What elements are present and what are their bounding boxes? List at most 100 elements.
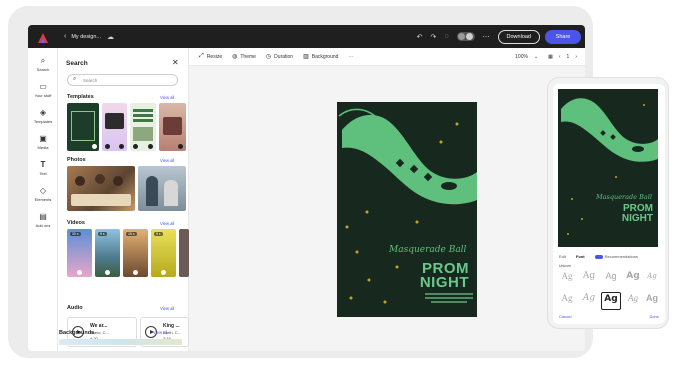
template-thumbnail[interactable] bbox=[102, 103, 127, 151]
media-icon: ▣ bbox=[39, 134, 47, 143]
poster-script-title[interactable]: Masquerade Ball bbox=[389, 245, 466, 255]
rail-item-text[interactable]: T Text bbox=[28, 155, 58, 181]
theme-label: Theme bbox=[240, 53, 256, 60]
section-heading-photos: Photos bbox=[67, 157, 86, 163]
search-icon: ⌕ bbox=[40, 56, 46, 65]
video-thumbnail[interactable]: 9 s bbox=[151, 229, 176, 277]
template-thumbnail[interactable] bbox=[67, 103, 99, 151]
font-option[interactable]: Ag bbox=[579, 292, 599, 310]
download-button[interactable]: Download bbox=[497, 29, 540, 44]
poster-fine-print bbox=[425, 293, 473, 295]
canvas-toolbar: ⤢ Resize ◍ Theme ◷ Duration ▨ Background ⋯ 1… bbox=[189, 48, 585, 66]
theme-button[interactable]: ◍ Theme bbox=[232, 53, 256, 61]
search-input[interactable]: ⌕ Search bbox=[67, 74, 178, 86]
more-icon[interactable]: ⋯ bbox=[483, 33, 490, 41]
poster-artboard[interactable]: Masquerade Ball PROM NIGHT bbox=[337, 102, 477, 317]
theme-icon: ◍ bbox=[232, 54, 238, 60]
phone-device: Masquerade Ball PROM NIGHT Edit Font Rec… bbox=[547, 77, 669, 329]
template-badge-icon bbox=[148, 144, 153, 149]
rail-item-your-stuff[interactable]: ▭ Your stuff bbox=[28, 77, 58, 103]
back-chevron-icon[interactable]: ‹ bbox=[64, 33, 66, 40]
tab-edit[interactable]: Edit bbox=[559, 254, 566, 259]
cancel-button[interactable]: Cancel bbox=[559, 314, 571, 319]
section-heading-videos: Videos bbox=[67, 220, 85, 226]
video-thumbnail[interactable]: 16 s bbox=[123, 229, 148, 277]
poster-headline-line2[interactable]: NIGHT bbox=[420, 274, 469, 291]
duration-label: Duration bbox=[274, 53, 294, 60]
video-thumbnail[interactable] bbox=[179, 229, 189, 277]
app-logo[interactable] bbox=[37, 31, 49, 43]
video-duration-badge: 9 s bbox=[98, 232, 107, 236]
view-all-backgrounds-link[interactable]: View all bbox=[153, 330, 167, 335]
undo-icon[interactable]: ↶ bbox=[417, 33, 423, 41]
font-sample: Ag bbox=[628, 293, 638, 303]
rail-item-media[interactable]: ▣ Media bbox=[28, 129, 58, 155]
font-option-selected[interactable]: Ag bbox=[601, 292, 621, 310]
video-thumbnail[interactable]: 30 s bbox=[67, 229, 92, 277]
duration-button[interactable]: ◷ Duration bbox=[266, 53, 294, 61]
view-all-audio-link[interactable]: View all bbox=[160, 306, 174, 311]
template-thumbnail[interactable] bbox=[130, 103, 156, 151]
font-option[interactable]: Ag bbox=[557, 292, 577, 310]
font-option[interactable]: Ag bbox=[643, 292, 661, 310]
search-panel: Search ✕ ⌕ Search Templates View all Pho… bbox=[58, 48, 189, 351]
font-option[interactable]: Ag bbox=[623, 292, 643, 310]
tab-recommendations-label: Recommendations bbox=[604, 254, 638, 259]
close-icon[interactable]: ✕ bbox=[172, 58, 179, 67]
background-icon: ▨ bbox=[303, 54, 309, 60]
rail-item-elements[interactable]: ◇ Elements bbox=[28, 181, 58, 207]
background-label: Background bbox=[311, 53, 339, 60]
font-sample: Ag bbox=[561, 293, 573, 303]
left-rail: ⌕ Search ▭ Your stuff ◈ Templates ▣ Medi… bbox=[28, 48, 58, 351]
panel-title: Search bbox=[66, 60, 88, 67]
tab-font[interactable]: Font bbox=[576, 254, 585, 259]
zoom-level[interactable]: 100% bbox=[515, 54, 528, 60]
photo-thumbnail[interactable] bbox=[67, 166, 135, 211]
rail-item-templates[interactable]: ◈ Templates bbox=[28, 103, 58, 129]
font-option[interactable]: Ag bbox=[557, 270, 577, 288]
view-all-videos-link[interactable]: View all bbox=[160, 221, 174, 226]
resize-label: Resize bbox=[206, 53, 223, 60]
rail-item-add-ons[interactable]: ▤ Add ons bbox=[28, 207, 58, 233]
next-page-icon[interactable]: › bbox=[575, 54, 577, 60]
view-all-templates-link[interactable]: View all bbox=[160, 95, 174, 100]
lightbulb-icon[interactable]: ◌ bbox=[444, 33, 448, 40]
app-window: ‹ My design... ☁ ↶ ↷ ◌ ⋯ Download Share … bbox=[28, 25, 585, 351]
mobile-poster-preview[interactable]: Masquerade Ball PROM NIGHT bbox=[558, 89, 658, 247]
font-option[interactable]: Ag bbox=[623, 270, 643, 288]
resize-icon: ⤢ bbox=[199, 53, 204, 59]
view-all-photos-link[interactable]: View all bbox=[160, 158, 174, 163]
rail-label: Text bbox=[39, 171, 47, 176]
resize-button[interactable]: ⤢ Resize bbox=[199, 53, 222, 60]
background-button[interactable]: ▨ Background bbox=[303, 53, 339, 61]
redo-icon[interactable]: ↷ bbox=[430, 33, 436, 41]
design-canvas[interactable]: Masquerade Ball PROM NIGHT bbox=[189, 66, 585, 351]
text-icon: T bbox=[40, 160, 46, 169]
document-title[interactable]: My design... bbox=[71, 34, 101, 40]
photo-thumbnail[interactable] bbox=[138, 166, 186, 211]
video-thumbnail[interactable]: 9 s bbox=[95, 229, 120, 277]
background-thumbnails[interactable] bbox=[59, 339, 182, 345]
done-button[interactable]: Done bbox=[649, 314, 659, 319]
font-option[interactable]: Ag bbox=[579, 270, 599, 288]
font-sample: Ag bbox=[582, 293, 596, 303]
templates-icon: ◈ bbox=[39, 108, 47, 117]
collaborators-avatars[interactable] bbox=[456, 32, 475, 41]
chevron-down-icon[interactable]: ⌄ bbox=[534, 54, 538, 60]
share-button[interactable]: Share bbox=[545, 29, 581, 44]
section-heading-templates: Templates bbox=[67, 94, 94, 100]
font-option[interactable]: Ag bbox=[643, 270, 661, 288]
more-options-button[interactable]: ⋯ bbox=[348, 54, 353, 60]
video-duration-badge: 9 s bbox=[154, 232, 163, 236]
font-option[interactable]: Ag bbox=[601, 270, 621, 288]
pages-icon[interactable]: ▦ bbox=[548, 54, 553, 60]
prev-page-icon[interactable]: ‹ bbox=[559, 54, 561, 60]
play-icon bbox=[77, 270, 82, 275]
tab-recommendations[interactable]: Recommendations bbox=[594, 254, 638, 259]
top-bar-actions: ↶ ↷ ◌ ⋯ Download Share bbox=[409, 25, 581, 48]
mobile-poster-script-title: Masquerade Ball bbox=[596, 193, 652, 201]
rail-label: Search bbox=[36, 67, 50, 72]
template-thumbnail[interactable] bbox=[159, 103, 186, 151]
section-heading-backgrounds: Backgrounds bbox=[59, 330, 95, 336]
rail-item-search[interactable]: ⌕ Search bbox=[28, 51, 58, 77]
